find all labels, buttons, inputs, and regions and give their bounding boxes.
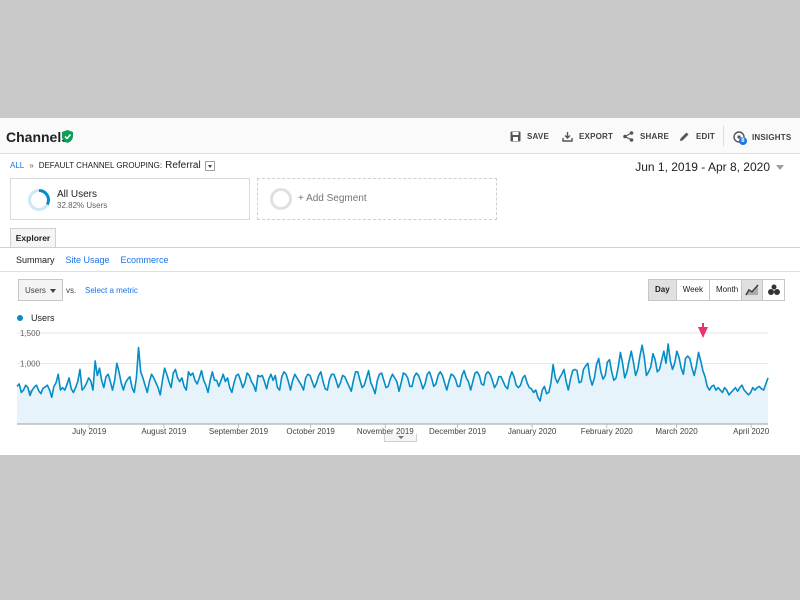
explorer-subtabs: Summary Site Usage Ecommerce (16, 255, 169, 265)
line-chart-icon (745, 284, 759, 296)
legend-label-users: Users (31, 313, 55, 323)
segment-all-users[interactable]: All Users 32.82% Users (10, 178, 250, 220)
granularity-toggle: Day Week Month (648, 279, 746, 301)
chart-type-toggle (741, 279, 785, 301)
share-icon (623, 131, 634, 142)
report-header: Channels SAVE EXPORT SHARE EDIT 8 INSIGH… (0, 118, 800, 154)
segment-percent: 32.82% Users (57, 201, 108, 210)
subtab-divider (0, 271, 800, 272)
page-title: Channels (6, 129, 70, 145)
edit-button[interactable]: EDIT (679, 131, 715, 142)
metric-dropdown-value: Users (25, 286, 46, 295)
share-button[interactable]: SHARE (623, 131, 669, 142)
chart-legend: Users (17, 313, 55, 323)
report-panel: Channels SAVE EXPORT SHARE EDIT 8 INSIGH… (0, 118, 800, 455)
insights-icon: 8 (733, 131, 747, 145)
x-tick-label: December 2019 (429, 427, 486, 436)
save-button[interactable]: SAVE (510, 131, 549, 142)
edit-pencil-icon (680, 132, 689, 141)
insights-button[interactable]: 8 INSIGHTS (733, 131, 792, 145)
bubble-chart-icon (767, 284, 780, 295)
users-area-fill (17, 343, 768, 424)
granularity-week-button[interactable]: Week (675, 280, 709, 300)
segment-name: All Users (57, 189, 98, 200)
line-chart-button[interactable] (742, 280, 763, 300)
metric-dropdown[interactable]: Users (18, 279, 63, 301)
chevron-down-icon (50, 289, 56, 293)
vs-label: vs. (66, 286, 77, 295)
x-tick-label: February 2020 (581, 427, 634, 436)
tab-explorer[interactable]: Explorer (10, 228, 56, 248)
y-tick-label: 1,500 (20, 329, 41, 338)
annotation-arrow-icon (698, 323, 708, 338)
y-tick-label: 1,000 (20, 359, 41, 368)
add-segment-button[interactable]: + Add Segment (257, 178, 497, 220)
breadcrumb: ALL » DEFAULT CHANNEL GROUPING: Referral (10, 160, 215, 171)
subtab-ecommerce[interactable]: Ecommerce (121, 255, 169, 265)
tab-divider (0, 247, 800, 248)
add-segment-label: + Add Segment (298, 193, 367, 204)
legend-swatch (17, 315, 23, 321)
edit-label: EDIT (696, 132, 716, 141)
granularity-day-button[interactable]: Day (649, 280, 676, 300)
chevron-down-icon (776, 164, 784, 170)
subtab-site-usage[interactable]: Site Usage (66, 255, 110, 265)
subtab-summary[interactable]: Summary (16, 255, 55, 265)
select-metric-link[interactable]: Select a metric (85, 286, 138, 295)
insights-label: INSIGHTS (752, 133, 792, 142)
collapse-chart-button[interactable] (384, 434, 417, 442)
granularity-month-button[interactable]: Month (709, 280, 745, 300)
save-icon (510, 131, 521, 142)
save-label: SAVE (527, 132, 549, 141)
motion-chart-button[interactable] (763, 280, 784, 300)
empty-segment-ring-icon (270, 188, 292, 210)
share-label: SHARE (640, 132, 670, 141)
breadcrumb-grouping-label: DEFAULT CHANNEL GROUPING: (38, 161, 163, 170)
breadcrumb-grouping-value: Referral (165, 160, 201, 171)
date-range-picker[interactable]: Jun 1, 2019 - Apr 8, 2020 (635, 160, 784, 174)
header-divider (723, 126, 724, 146)
export-button[interactable]: EXPORT (562, 131, 613, 142)
x-tick-label: January 2020 (508, 427, 557, 436)
x-tick-label: September 2019 (209, 427, 269, 436)
breadcrumb-separator: » (29, 161, 34, 170)
x-tick-label: August 2019 (141, 427, 186, 436)
users-line-chart: 5001,0001,500 July 2019August 2019Septem… (16, 323, 770, 436)
segment-percent-ring-icon (28, 189, 50, 211)
export-label: EXPORT (579, 132, 614, 141)
date-range-text: Jun 1, 2019 - Apr 8, 2020 (635, 160, 770, 174)
breadcrumb-all-link[interactable]: ALL (10, 161, 24, 170)
x-tick-label: July 2019 (72, 427, 107, 436)
x-tick-label: March 2020 (655, 427, 698, 436)
insights-count-badge: 8 (739, 137, 747, 145)
x-tick-label: April 2020 (733, 427, 770, 436)
export-icon (562, 132, 573, 142)
x-tick-label: October 2019 (286, 427, 335, 436)
verified-shield-icon (62, 130, 73, 143)
breadcrumb-dropdown-button[interactable] (204, 160, 215, 171)
